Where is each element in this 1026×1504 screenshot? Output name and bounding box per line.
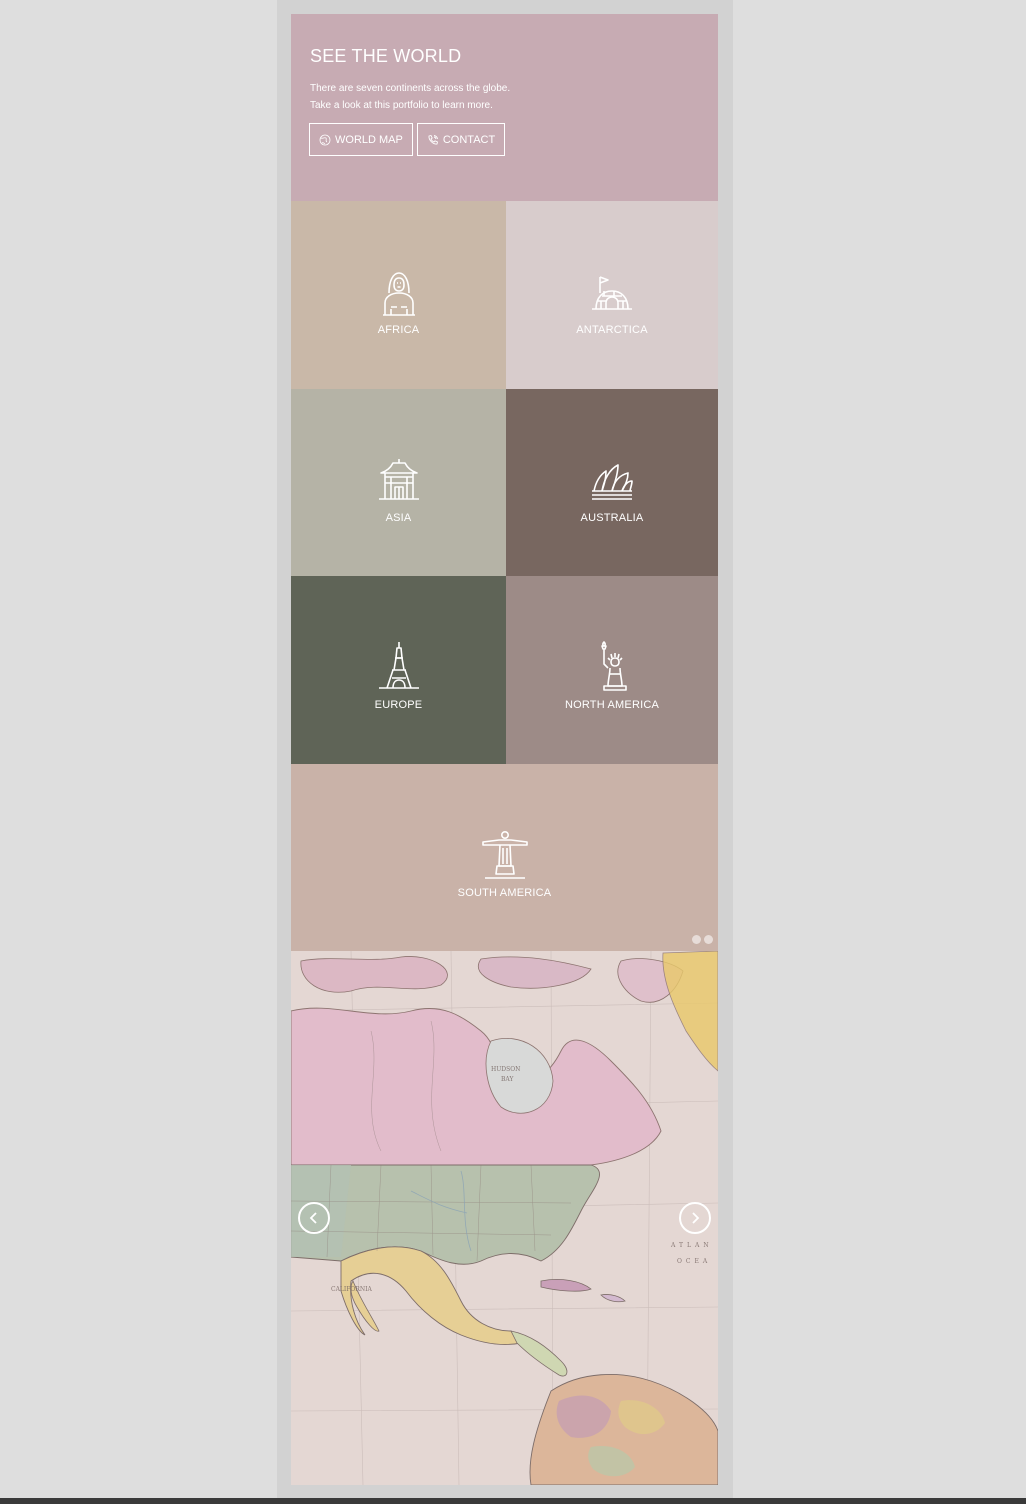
globe-icon xyxy=(319,134,331,145)
svg-text:BAY: BAY xyxy=(501,1076,514,1083)
continent-grid: AFRICA ANTARCTICA ASIA AUSTRALIA EUROPE … xyxy=(291,201,718,951)
hero-description-line-2: Take a look at this portfolio to learn m… xyxy=(310,100,493,111)
contact-button-label: CONTACT xyxy=(442,133,496,146)
hero-description-line-1: There are seven continents across the gl… xyxy=(310,83,511,94)
statue-of-liberty-icon xyxy=(601,641,627,692)
continent-tile-antarctica[interactable]: ANTARCTICA xyxy=(506,201,718,389)
pagoda-icon xyxy=(378,458,419,500)
slider-pagination xyxy=(692,935,713,944)
browser-bottom-edge xyxy=(0,1498,1026,1504)
sphinx-icon xyxy=(382,272,415,317)
portfolio-page: SEE THE WORLD There are seven continents… xyxy=(291,14,718,1485)
continent-label-north-america: NORTH AMERICA xyxy=(564,699,660,712)
continent-tile-australia[interactable]: AUSTRALIA xyxy=(506,388,718,576)
chevron-right-icon xyxy=(692,1212,700,1224)
continent-tile-asia[interactable]: ASIA xyxy=(291,388,506,576)
continent-tile-south-america[interactable]: SOUTH AMERICA xyxy=(291,763,718,951)
continent-label-europe: EUROPE xyxy=(374,699,423,712)
world-map-slider: ATLAN OCEA CALIFORNIA HUDSON BAY xyxy=(291,951,718,1485)
phone-icon xyxy=(428,134,438,144)
world-map-button-label: WORLD MAP xyxy=(335,133,403,146)
continent-label-asia: ASIA xyxy=(385,511,412,524)
continent-label-africa: AFRICA xyxy=(377,324,420,337)
igloo-icon xyxy=(592,276,632,311)
pagination-dot-2[interactable] xyxy=(704,935,713,944)
svg-text:HUDSON: HUDSON xyxy=(491,1066,520,1073)
pagination-dot-1[interactable] xyxy=(692,935,701,944)
svg-text:ATLAN: ATLAN xyxy=(670,1242,713,1249)
page-title: SEE THE WORLD xyxy=(310,46,462,66)
continent-tile-europe[interactable]: EUROPE xyxy=(291,576,506,764)
chevron-left-icon xyxy=(309,1212,317,1224)
hero-description: There are seven continents across the gl… xyxy=(310,80,510,114)
continent-label-antarctica: ANTARCTICA xyxy=(576,324,648,337)
continent-tile-africa[interactable]: AFRICA xyxy=(291,201,506,389)
slider-next-button[interactable] xyxy=(679,1202,711,1234)
world-map-button[interactable]: WORLD MAP xyxy=(309,123,413,156)
continent-tile-north-america[interactable]: NORTH AMERICA xyxy=(506,576,718,764)
contact-button[interactable]: CONTACT xyxy=(416,123,506,156)
continent-label-australia: AUSTRALIA xyxy=(580,511,644,524)
slider-prev-button[interactable] xyxy=(298,1202,330,1234)
svg-text:CALIFORNIA: CALIFORNIA xyxy=(331,1286,372,1293)
christ-redeemer-icon xyxy=(481,830,528,879)
opera-house-icon xyxy=(592,463,633,500)
hero-banner: SEE THE WORLD There are seven continents… xyxy=(291,14,718,201)
svg-text:OCEA: OCEA xyxy=(677,1258,711,1265)
hero-button-group: WORLD MAP CONTACT xyxy=(309,123,506,156)
vintage-map-image: ATLAN OCEA CALIFORNIA HUDSON BAY xyxy=(291,951,718,1485)
continent-label-south-america: SOUTH AMERICA xyxy=(457,886,552,899)
eiffel-tower-icon xyxy=(378,642,419,690)
